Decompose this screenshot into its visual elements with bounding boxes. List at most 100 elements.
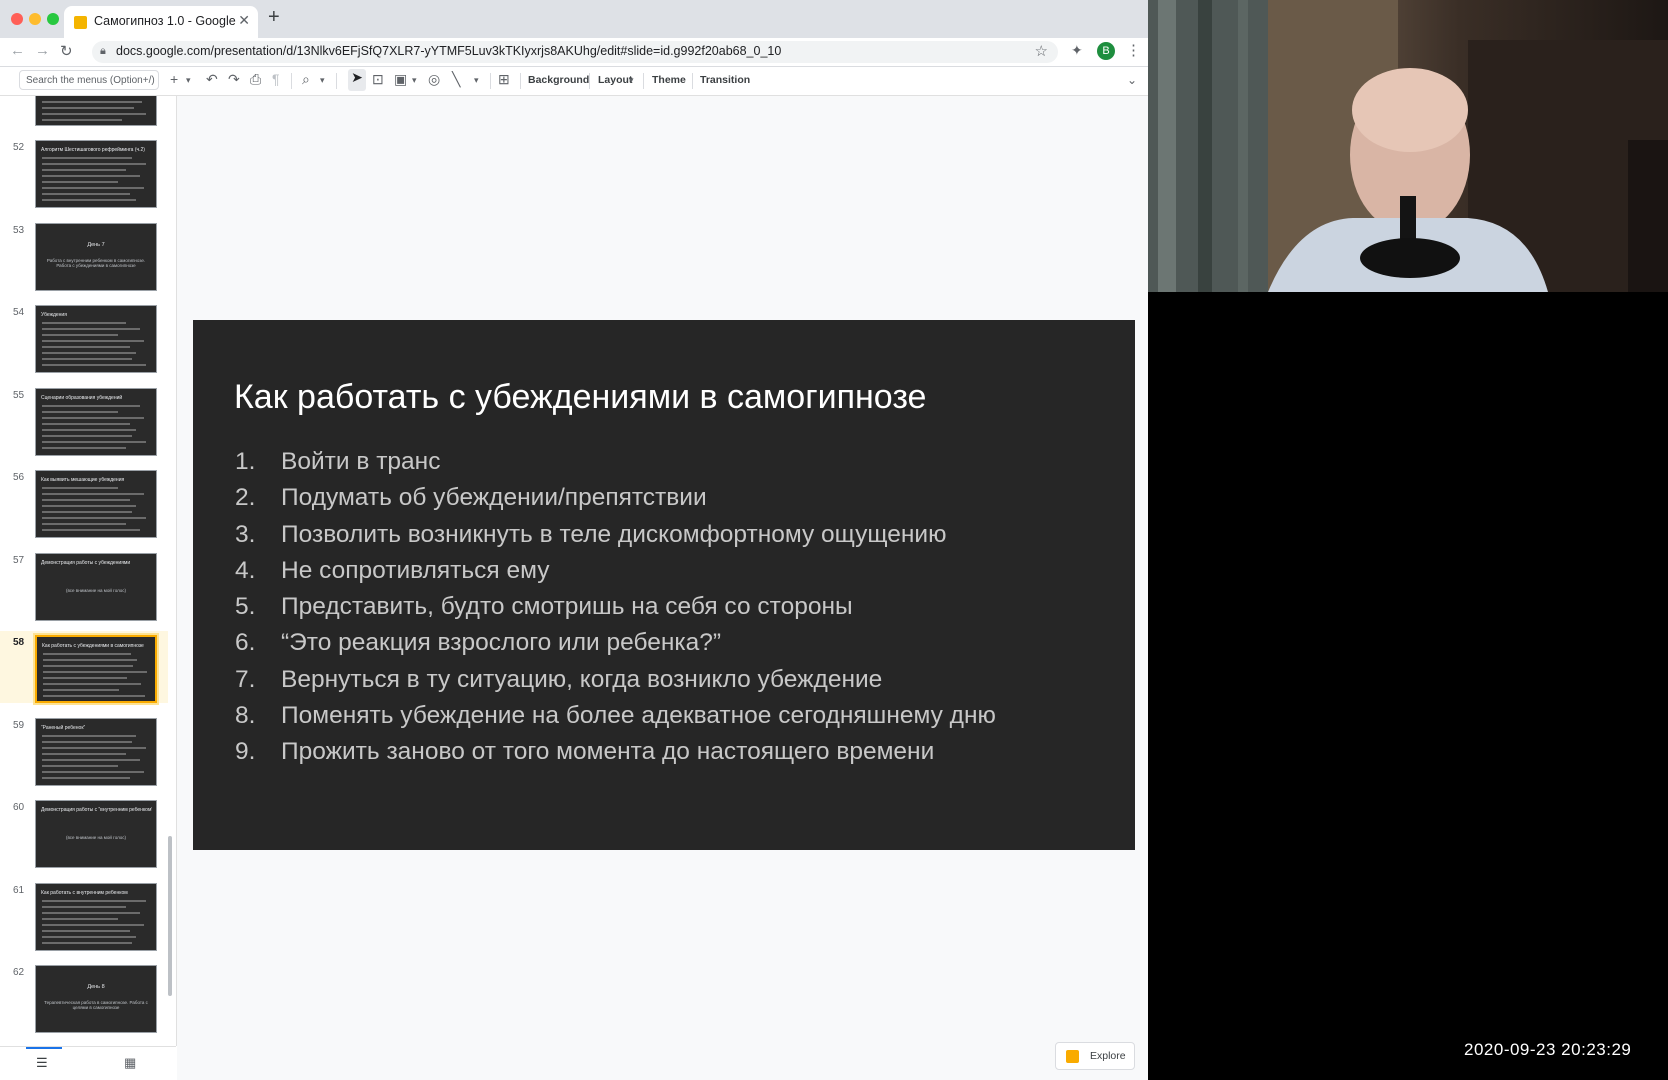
slide-list-item[interactable]: 1. Войти в транс (235, 448, 996, 484)
image-icon[interactable]: ▣ (394, 71, 407, 88)
new-slide-icon[interactable]: + (170, 71, 178, 87)
reload-icon[interactable]: ↻ (60, 42, 73, 60)
slide-number: 57 (13, 555, 25, 566)
maximize-window-icon[interactable] (47, 13, 59, 25)
minimize-window-icon[interactable] (29, 13, 41, 25)
slide-title[interactable]: Как работать с убеждениями в самогипнозе (234, 378, 926, 417)
slide-thumbnail[interactable]: Как работать с убеждениями в самогипнозе (35, 635, 157, 703)
grid-view-icon[interactable]: ▦ (124, 1055, 136, 1071)
slide-thumbnail[interactable]: Демонстрация работы с “внутренним ребенк… (35, 800, 157, 868)
slide-list-number: 6. (235, 629, 256, 657)
thumbnail-text-line (42, 511, 132, 513)
slide-thumbnail[interactable]: Убеждения (35, 305, 157, 373)
slide-filmstrip[interactable]: 52 Алгоритм Шестишагового рефрейминга (ч.… (0, 96, 177, 1046)
undo-icon[interactable]: ↶ (206, 71, 218, 88)
thumbnail-text-line (42, 777, 130, 779)
slide-number: 55 (13, 390, 25, 401)
new-slide-dropdown-icon[interactable]: ▾ (186, 75, 191, 86)
thumbnail-text-line (42, 517, 146, 519)
slide-thumbnail[interactable]: День 8 Терапевтическая работа в самогипно… (35, 965, 157, 1033)
thumbnail-text-line (42, 441, 146, 443)
slide-list-number: 5. (235, 593, 256, 621)
filmstrip-scrollbar[interactable] (168, 836, 172, 996)
menu-search-input[interactable]: Search the menus (Option+/) (19, 70, 159, 90)
slide-list-item[interactable]: 6. “Это реакция взрослого или ребенка?” (235, 629, 996, 665)
slide-thumbnail[interactable] (35, 96, 157, 126)
collapse-toolbar-icon[interactable]: ⌄ (1127, 73, 1137, 87)
slide-list-text: Поменять убеждение на более адекватное с… (281, 702, 996, 730)
slide-canvas[interactable]: Как работать с убеждениями в самогипнозе… (177, 96, 1148, 1080)
line-icon[interactable]: ╲ (452, 71, 460, 88)
slide-list-number: 7. (235, 665, 256, 693)
slide-list-item[interactable]: 5. Представить, будто смотришь на себя со… (235, 593, 996, 629)
tab-strip: Самогипноз 1.0 - Google Slides ✕ + (0, 0, 1148, 38)
thumbnail-text-line (42, 417, 144, 419)
thumbnail-text-line (42, 759, 140, 761)
line-dropdown-icon[interactable]: ▾ (474, 75, 479, 86)
slide-list-item[interactable]: 9. Прожить заново от того момента до наст… (235, 738, 996, 774)
thumbnail-text-line (42, 741, 132, 743)
paint-format-icon[interactable]: ¶ (272, 71, 280, 87)
lock-icon[interactable]: 🔒︎ (100, 45, 106, 58)
slide-list-item[interactable]: 3. Позволить возникнуть в теле дискомфорт… (235, 521, 996, 557)
slide-thumbnail[interactable]: “Раненый ребенок” (35, 718, 157, 786)
thumbnail-text-line (42, 505, 136, 507)
thumbnail-subtitle: Терапевтическая работа в самогипнозе. Ра… (44, 1000, 148, 1010)
filmstrip-view-icon[interactable]: ☰ (36, 1055, 48, 1071)
explore-label: Explore (1090, 1050, 1126, 1062)
layout-dropdown-icon[interactable]: ▾ (629, 75, 634, 86)
slide-list-text: Подумать об убеждении/препятствии (281, 484, 707, 512)
shape-icon[interactable]: ◎ (428, 71, 440, 88)
slide-list-item[interactable]: 4. Не сопротивляться ему (235, 557, 996, 593)
close-window-icon[interactable] (11, 13, 23, 25)
thumbnail-title: Как выявить мешающие убеждения (41, 477, 125, 483)
slide-list-number: 9. (235, 738, 256, 766)
thumbnail-text-line (43, 683, 141, 685)
tab-close-icon[interactable]: ✕ (238, 12, 250, 29)
slide-list-text: Позволить возникнуть в теле дискомфортно… (281, 520, 947, 548)
slide-thumbnail[interactable]: Демонстрация работы с убеждениями (все вн… (35, 553, 157, 621)
browser-tab[interactable]: Самогипноз 1.0 - Google Slides ✕ (64, 6, 258, 38)
text-box-icon[interactable]: ⊡ (372, 71, 384, 88)
thumbnail-text-line (43, 653, 131, 655)
extensions-icon[interactable]: ✦ (1071, 42, 1083, 59)
slide-thumbnail[interactable]: Сценарии образования убеждений (35, 388, 157, 456)
image-dropdown-icon[interactable]: ▾ (412, 75, 417, 86)
zoom-icon[interactable]: ⌕ (302, 71, 310, 88)
new-tab-button[interactable]: + (268, 6, 280, 29)
address-bar[interactable]: 🔒︎ docs.google.com/presentation/d/13Nlkv… (92, 41, 1058, 63)
thumbnail-text-line (42, 411, 118, 413)
slide-list[interactable]: 1. Войти в транс 2. Подумать об убеждении/п… (235, 448, 996, 775)
forward-icon[interactable]: → (35, 42, 50, 59)
thumbnail-text-line (43, 659, 137, 661)
background-button[interactable]: Background (528, 74, 589, 86)
slide-thumbnail[interactable]: Как работать с внутренним ребенком (35, 883, 157, 951)
back-icon[interactable]: ← (10, 42, 25, 59)
thumbnail-subtitle: (все внимание на мой голос) (65, 588, 127, 593)
zoom-dropdown-icon[interactable]: ▾ (320, 75, 325, 86)
url-text[interactable]: docs.google.com/presentation/d/13Nlkv6EF… (116, 44, 781, 58)
slide-thumbnail[interactable]: Алгоритм Шестишагового рефрейминга (ч.2) (35, 140, 157, 208)
select-tool-icon[interactable]: ➤ (348, 69, 366, 91)
browser-menu-icon[interactable]: ⋮ (1126, 41, 1141, 59)
webcam-person-image (1148, 0, 1668, 292)
transition-button[interactable]: Transition (700, 74, 750, 86)
redo-icon[interactable]: ↷ (228, 71, 240, 88)
slide-thumbnail[interactable]: Как выявить мешающие убеждения (35, 470, 157, 538)
thumbnail-text-line (42, 352, 136, 354)
toolbar-divider (643, 73, 644, 89)
theme-button[interactable]: Theme (652, 74, 686, 86)
current-slide[interactable]: Как работать с убеждениями в самогипнозе… (193, 320, 1135, 850)
comment-icon[interactable]: ⊞ (498, 71, 510, 88)
print-icon[interactable]: ⎙ (250, 71, 261, 88)
explore-button[interactable]: Explore (1055, 1042, 1135, 1070)
slide-list-item[interactable]: 7. Вернуться в ту ситуацию, когда возникл… (235, 666, 996, 702)
slide-thumbnail[interactable]: День 7 Работа с внутренним ребенком в сам… (35, 223, 157, 291)
layout-button[interactable]: Layout (598, 74, 632, 86)
bookmark-star-icon[interactable]: ☆ (1035, 42, 1048, 60)
slide-list-item[interactable]: 8. Поменять убеждение на более адекватное… (235, 702, 996, 738)
thumbnail-title: Убеждения (41, 312, 67, 318)
profile-avatar[interactable]: B (1097, 42, 1115, 60)
thumbnail-text-line (42, 912, 140, 914)
slide-list-item[interactable]: 2. Подумать об убеждении/препятствии (235, 484, 996, 520)
